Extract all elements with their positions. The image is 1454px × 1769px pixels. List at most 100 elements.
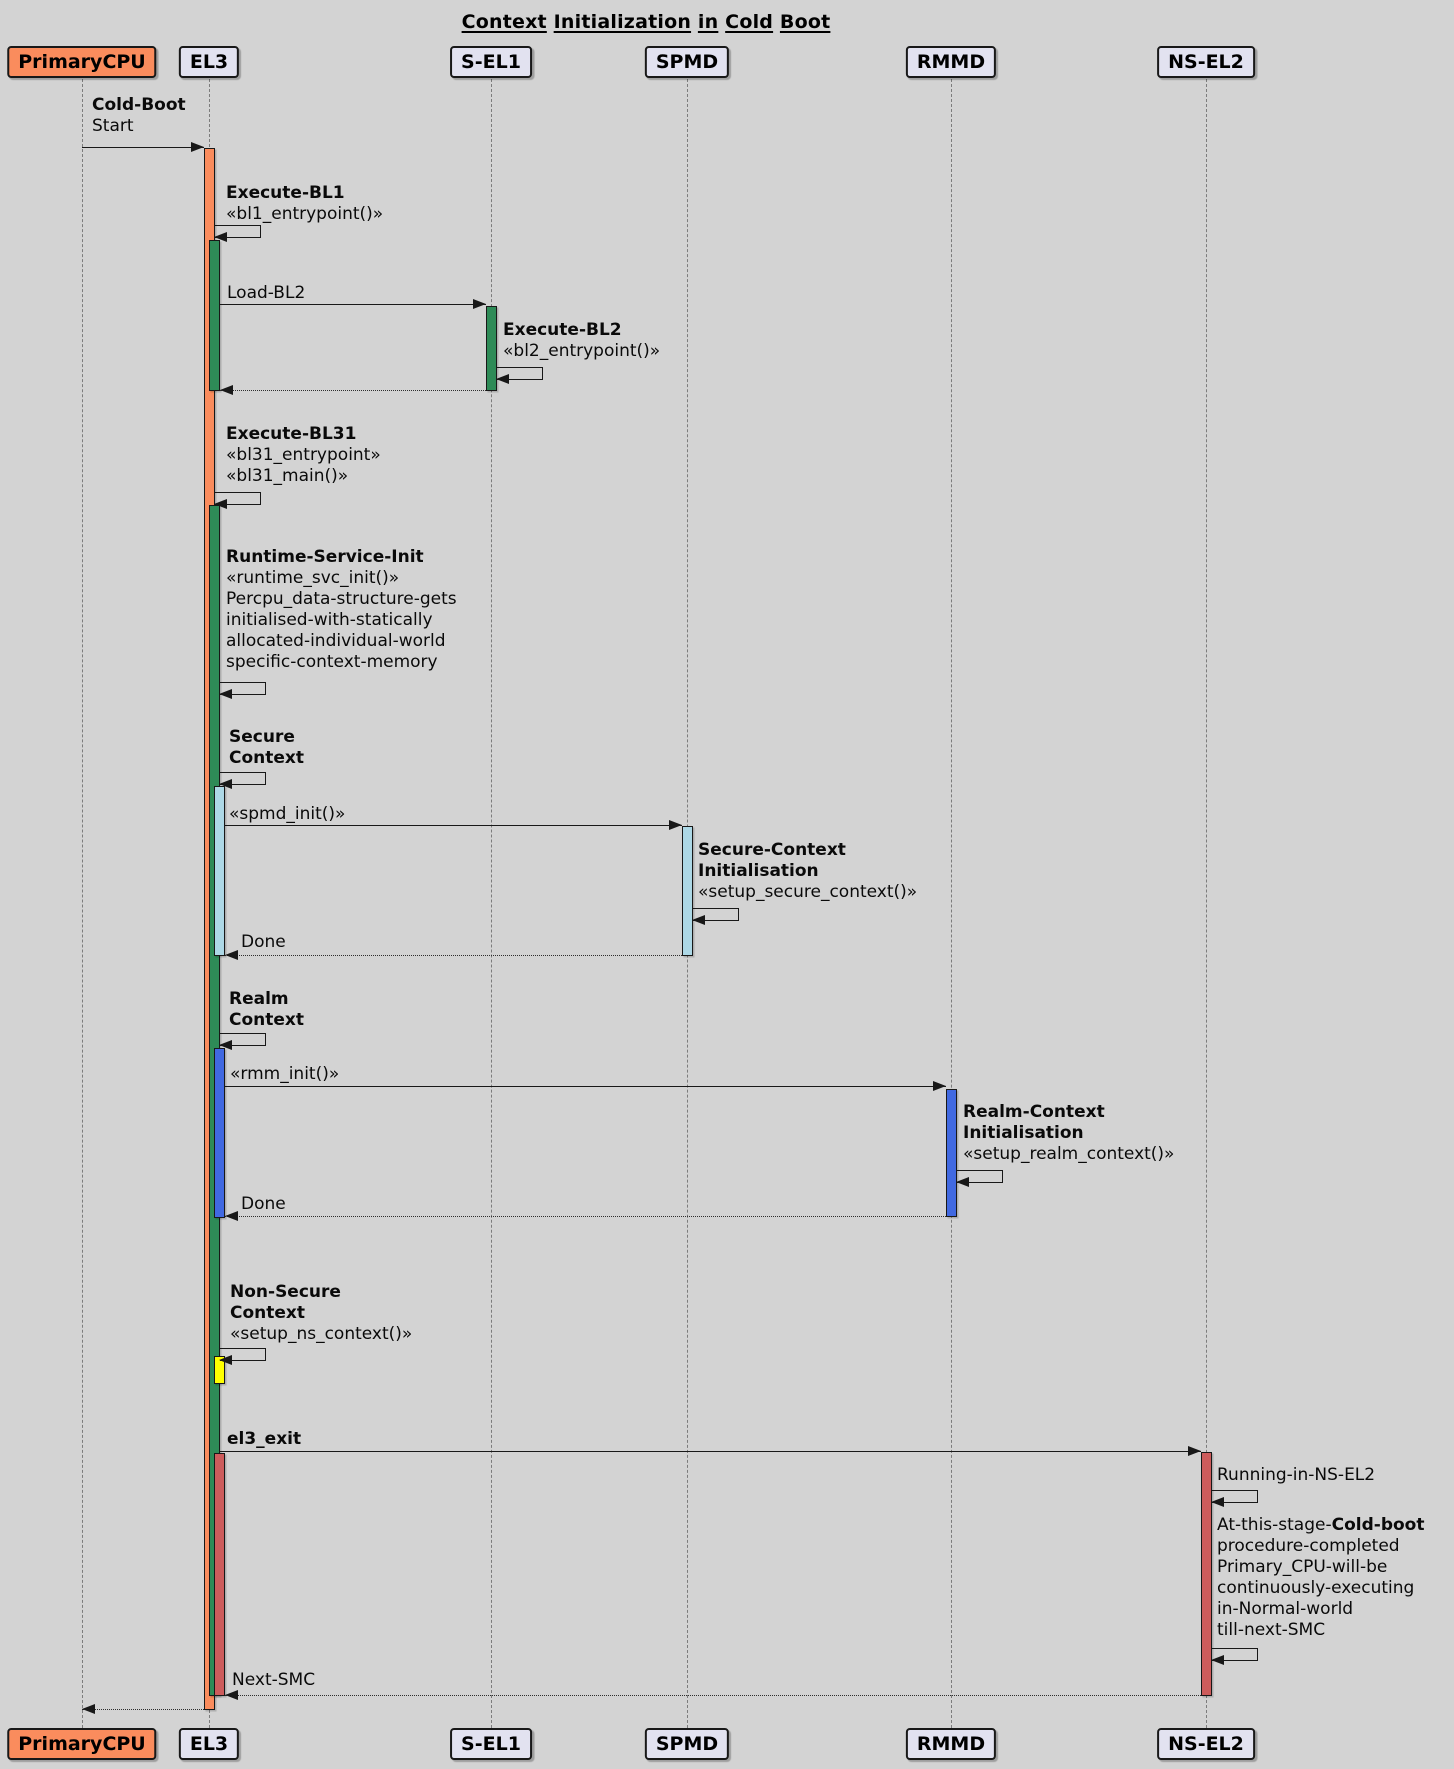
message-line-bl2-return bbox=[220, 390, 486, 391]
participant-box-ns-el2-top: NS-EL2 bbox=[1157, 46, 1255, 78]
arrowhead bbox=[82, 1704, 95, 1714]
message-label-line: «setup_realm_context()» bbox=[963, 1144, 1174, 1165]
message-label-spmd-init: «spmd_init()» bbox=[229, 804, 345, 825]
participant-box-primarycpu-top: PrimaryCPU bbox=[7, 46, 156, 78]
message-label-line: specific-context-memory bbox=[226, 652, 457, 673]
message-label-line: Next-SMC bbox=[232, 1670, 315, 1691]
message-label-line: «bl31_main()» bbox=[226, 466, 381, 487]
message-label-line: Runtime-Service-Init bbox=[226, 547, 457, 568]
message-label-spmd-done: Done bbox=[241, 932, 286, 953]
message-label-line: Done bbox=[241, 1194, 286, 1215]
message-label-execute-bl2: Execute-BL2«bl2_entrypoint()» bbox=[503, 320, 660, 362]
message-line-rmm-init bbox=[225, 1086, 946, 1087]
activation-bar-rmmd-royalblue bbox=[946, 1089, 957, 1217]
message-label-line: «bl2_entrypoint()» bbox=[503, 341, 660, 362]
message-label-rmm-init: «rmm_init()» bbox=[230, 1064, 339, 1085]
message-label-line: Percpu_data-structure-gets bbox=[226, 589, 457, 610]
participant-box-spmd-bottom: SPMD bbox=[645, 1728, 729, 1760]
arrowhead bbox=[1211, 1655, 1224, 1665]
diagram-title-word: Initialization bbox=[554, 11, 691, 33]
message-label-line: «rmm_init()» bbox=[230, 1064, 339, 1085]
sequence-diagram: Context Initialization in Cold Boot Prim… bbox=[0, 0, 1454, 1769]
arrowhead bbox=[956, 1177, 969, 1187]
participant-box-rmmd-top: RMMD bbox=[906, 46, 996, 78]
message-label-line: Execute-BL2 bbox=[503, 320, 660, 341]
arrowhead bbox=[473, 299, 486, 309]
message-label-line: «spmd_init()» bbox=[229, 804, 345, 825]
message-label-line: procedure-completed bbox=[1217, 1536, 1424, 1557]
arrowhead bbox=[225, 950, 238, 960]
message-label-secure-context-initialisation: Secure-ContextInitialisation«setup_secur… bbox=[698, 840, 917, 903]
message-label-execute-bl1: Execute-BL1«bl1_entrypoint()» bbox=[226, 183, 383, 225]
message-label-line: Load-BL2 bbox=[227, 283, 305, 304]
arrowhead bbox=[1211, 1497, 1224, 1507]
lifeline-primarycpu bbox=[82, 79, 83, 1728]
participant-box-rmmd-bottom: RMMD bbox=[906, 1728, 996, 1760]
participant-box-s-el1-top: S-EL1 bbox=[450, 46, 532, 78]
message-label-line: Primary_CPU-will-be bbox=[1217, 1557, 1424, 1578]
diagram-title-word: Cold bbox=[725, 11, 773, 33]
arrowhead bbox=[692, 915, 705, 925]
activation-bar-el3-green bbox=[209, 240, 220, 391]
message-label-realm-context: RealmContext bbox=[229, 989, 304, 1031]
lifeline-rmmd bbox=[951, 79, 952, 1728]
message-label-cold-boot-completed-note: At-this-stage-Cold-bootprocedure-complet… bbox=[1217, 1515, 1424, 1641]
message-line-rmmd-done bbox=[225, 1216, 946, 1217]
message-label-non-secure-context: Non-SecureContext«setup_ns_context()» bbox=[230, 1282, 412, 1345]
arrowhead bbox=[220, 385, 233, 395]
arrowhead bbox=[214, 499, 227, 509]
arrowhead bbox=[933, 1081, 946, 1091]
message-label-line: till-next-SMC bbox=[1217, 1620, 1424, 1641]
message-label-runtime-service-init: Runtime-Service-Init«runtime_svc_init()»… bbox=[226, 547, 457, 673]
message-label-line: Non-Secure bbox=[230, 1282, 412, 1303]
diagram-title-word: Boot bbox=[780, 11, 830, 33]
message-label-line: allocated-individual-world bbox=[226, 631, 457, 652]
message-label-line: At-this-stage-Cold-boot bbox=[1217, 1515, 1424, 1536]
message-label-line: «runtime_svc_init()» bbox=[226, 568, 457, 589]
message-label-line: «bl1_entrypoint()» bbox=[226, 204, 383, 225]
participant-box-primarycpu-bottom: PrimaryCPU bbox=[7, 1728, 156, 1760]
message-label-line: Done bbox=[241, 932, 286, 953]
message-label-line: Execute-BL1 bbox=[226, 183, 383, 204]
message-line-el3-exit bbox=[220, 1451, 1201, 1452]
diagram-title-word: in bbox=[698, 11, 718, 33]
message-label-line: Initialisation bbox=[963, 1123, 1174, 1144]
message-label-line: Context bbox=[229, 1010, 304, 1031]
message-label-line: Execute-BL31 bbox=[226, 424, 381, 445]
message-label-line: «bl31_entrypoint» bbox=[226, 445, 381, 466]
arrowhead bbox=[669, 820, 682, 830]
message-label-line: Secure-Context bbox=[698, 840, 917, 861]
message-label-line: Running-in-NS-EL2 bbox=[1217, 1465, 1375, 1486]
arrowhead bbox=[1188, 1446, 1201, 1456]
activation-bar-el3-lightblue bbox=[214, 786, 225, 956]
message-label-execute-bl31: Execute-BL31«bl31_entrypoint»«bl31_main(… bbox=[226, 424, 381, 487]
message-label-load-bl2: Load-BL2 bbox=[227, 283, 305, 304]
message-label-line: Start bbox=[92, 116, 186, 137]
message-label-realm-context-initialisation: Realm-ContextInitialisation«setup_realm_… bbox=[963, 1102, 1174, 1165]
message-label-el3-exit: el3_exit bbox=[227, 1429, 301, 1450]
diagram-title: Context Initialization in Cold Boot bbox=[0, 11, 1292, 33]
message-line-spmd-done bbox=[225, 955, 682, 956]
arrowhead bbox=[225, 1690, 238, 1700]
message-line-spmd-init bbox=[225, 825, 682, 826]
arrowhead bbox=[219, 1040, 232, 1050]
message-label-line: Secure bbox=[229, 727, 304, 748]
participant-box-ns-el2-bottom: NS-EL2 bbox=[1157, 1728, 1255, 1760]
message-label-line: «setup_ns_context()» bbox=[230, 1324, 412, 1345]
message-label-line: in-Normal-world bbox=[1217, 1599, 1424, 1620]
arrowhead bbox=[225, 1211, 238, 1221]
message-line-cold-boot-start bbox=[82, 147, 204, 148]
participant-box-s-el1-bottom: S-EL1 bbox=[450, 1728, 532, 1760]
message-line-load-bl2 bbox=[220, 304, 486, 305]
message-label-line: initialised-with-statically bbox=[226, 610, 457, 631]
arrowhead bbox=[219, 779, 232, 789]
diagram-title-word: Context bbox=[462, 11, 547, 33]
participant-box-el3-top: EL3 bbox=[179, 46, 239, 78]
message-label-line: «setup_secure_context()» bbox=[698, 882, 917, 903]
message-label-rmmd-done: Done bbox=[241, 1194, 286, 1215]
participant-box-el3-bottom: EL3 bbox=[179, 1728, 239, 1760]
arrowhead bbox=[214, 232, 227, 242]
arrowhead bbox=[191, 142, 204, 152]
message-label-cold-boot-start: Cold-BootStart bbox=[92, 95, 186, 137]
message-label-running-in-ns-el2: Running-in-NS-EL2 bbox=[1217, 1465, 1375, 1486]
